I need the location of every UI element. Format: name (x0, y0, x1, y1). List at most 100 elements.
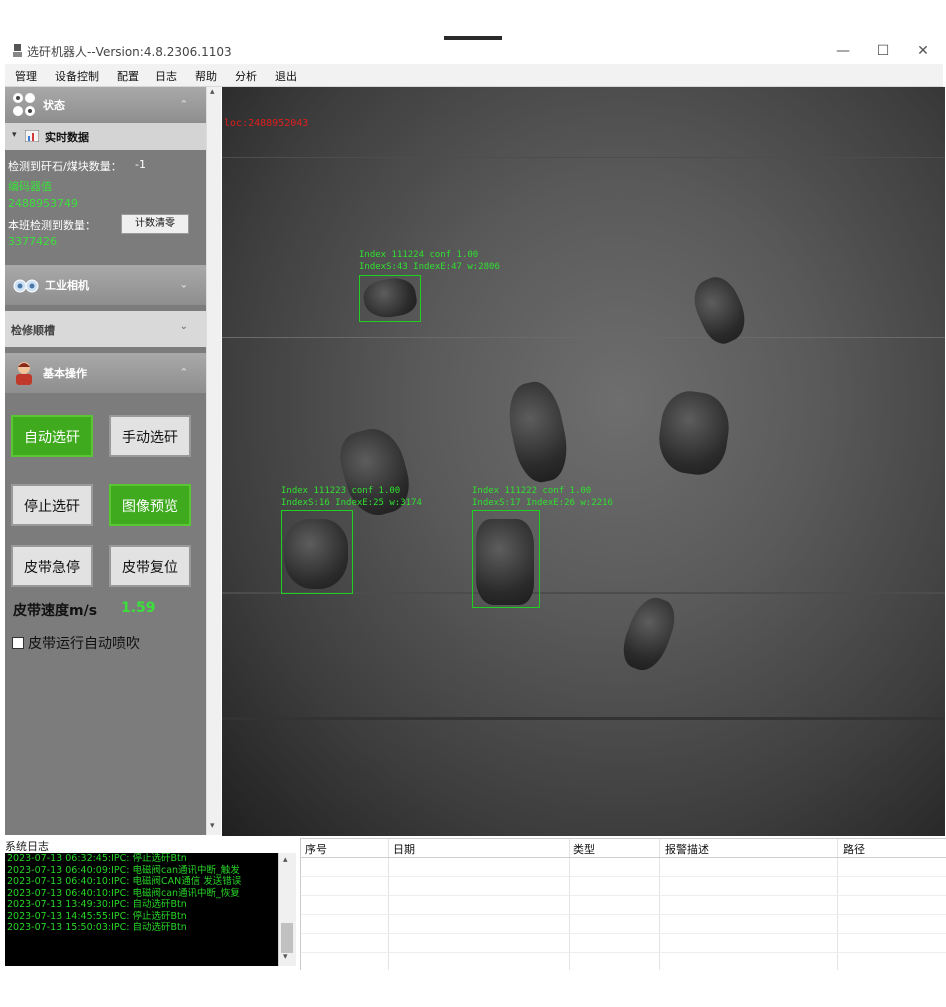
operator-icon (16, 362, 32, 385)
app-robot-icon (13, 44, 22, 57)
row-divider (301, 933, 946, 934)
encoder-value: 2488953749 (8, 197, 78, 210)
system-log: 2023-07-13 06:32:45:IPC: 停止选矸Btn 2023-07… (5, 853, 278, 966)
belt-line (222, 157, 945, 158)
window-title: 选矸机器人--Version:4.8.2306.1103 (27, 45, 232, 59)
col-header-path[interactable]: 路径 (843, 841, 865, 857)
detection-label: IndexS:43 IndexE:47 w:2806 (359, 262, 500, 272)
column-divider (659, 839, 660, 970)
stop-pick-button[interactable]: 停止选矸 (11, 484, 93, 526)
belt-line (222, 717, 945, 720)
shift-count-value: 3377426 (8, 235, 57, 248)
detection-label: IndexS:16 IndexE:25 w:3174 (281, 498, 422, 508)
camera-header-label: 工业相机 (45, 279, 89, 292)
row-divider (301, 914, 946, 915)
log-line: 2023-07-13 14:45:55:IPC: 停止选矸Btn (7, 910, 187, 922)
row-divider (301, 952, 946, 953)
scroll-thumb[interactable] (281, 923, 293, 953)
maximize-button[interactable]: ☐ (863, 40, 903, 62)
column-divider (388, 839, 389, 970)
location-readout: loc:2488952043 (224, 118, 309, 129)
detection-box (472, 510, 540, 608)
coal-stone (502, 377, 574, 487)
belt-reset-button[interactable]: 皮带复位 (109, 545, 191, 587)
menu-log[interactable]: 日志 (155, 68, 177, 84)
belt-line (222, 337, 945, 338)
auto-pick-button[interactable]: 自动选矸 (11, 415, 93, 457)
log-line: 2023-07-13 15:50:03:IPC: 自动选矸Btn (7, 922, 187, 933)
belt-speed-value: 1.59 (121, 600, 156, 616)
reset-count-button[interactable]: 计数清零 (121, 214, 189, 234)
sidebar-scrollbar[interactable]: ▴ ▾ (206, 87, 221, 835)
sidebar: 状态 ⌃ ▾ 实时数据 检测到矸石/煤块数量： -1 编码器值 24889537… (5, 87, 206, 835)
menu-analysis[interactable]: 分析 (235, 68, 257, 84)
menu-manage[interactable]: 管理 (15, 68, 37, 84)
log-line: 2023-07-13 13:49:30:IPC: 自动选矸Btn (7, 899, 187, 910)
collapse-chevron-icon: ⌃ (179, 99, 188, 111)
auto-blow-label: 皮带运行自动喷吹 (28, 636, 140, 652)
process-panel-header[interactable]: 检修顺槽 ⌄ (5, 311, 206, 347)
detection-box (359, 275, 421, 322)
row-divider (301, 876, 946, 877)
minimize-button[interactable]: — (823, 40, 863, 62)
log-scrollbar[interactable]: ▴ ▾ (278, 853, 296, 966)
column-divider (837, 839, 838, 970)
collapse-chevron-icon: ⌃ (179, 367, 188, 379)
menu-config[interactable]: 配置 (117, 68, 139, 84)
encoder-label: 编码器值 (8, 180, 52, 193)
col-header-type[interactable]: 类型 (573, 841, 595, 857)
log-line: 2023-07-13 06:32:45:IPC: 停止选矸Btn (7, 853, 187, 864)
system-log-title: 系统日志 (5, 840, 49, 853)
expand-chevron-icon: ⌄ (179, 321, 188, 332)
menu-help[interactable]: 帮助 (195, 68, 217, 84)
scroll-down-icon[interactable]: ▾ (210, 821, 215, 831)
expand-chevron-icon: ⌄ (179, 279, 188, 291)
menu-exit[interactable]: 退出 (275, 68, 297, 84)
chart-icon (25, 130, 39, 142)
alarm-table: 序号 日期 类型 报警描述 路径 (300, 838, 946, 970)
log-line: 2023-07-13 06:40:09:IPC: 电磁阀can通讯中断_触发 (7, 864, 240, 876)
log-line: 2023-07-13 06:40:10:IPC: 电磁阀CAN通信 发送错误 (7, 876, 242, 887)
realtime-data-header[interactable]: ▾ 实时数据 (5, 123, 206, 150)
shift-count-label: 本班检测到数量： (8, 219, 96, 232)
log-line: 2023-07-13 06:40:10:IPC: 电磁阀can通讯中断_恢复 (7, 887, 240, 899)
detection-label: IndexS:17 IndexE:26 w:2216 (472, 498, 613, 508)
status-icon (13, 93, 35, 116)
auto-blow-checkbox[interactable] (12, 637, 24, 649)
manual-pick-button[interactable]: 手动选矸 (109, 415, 191, 457)
header-divider (301, 857, 946, 858)
col-header-alarm-desc[interactable]: 报警描述 (665, 841, 709, 857)
status-panel-header[interactable]: 状态 ⌃ (5, 87, 206, 123)
camera-panel-header[interactable]: 工业相机 ⌄ (5, 265, 206, 305)
detect-count-value: -1 (135, 158, 146, 171)
camera-icon (13, 279, 39, 293)
scroll-up-icon[interactable]: ▴ (210, 87, 215, 97)
menu-device-control[interactable]: 设备控制 (55, 68, 99, 84)
detection-label: Index 111224 conf 1.00 (359, 250, 479, 260)
basic-ops-header-label: 基本操作 (43, 367, 87, 380)
detection-label: Index 111222 conf 1.00 (472, 486, 592, 496)
expand-arrow-icon: ▾ (12, 130, 17, 140)
coal-stone (654, 387, 734, 479)
scroll-down-icon[interactable]: ▾ (283, 952, 288, 962)
column-divider (569, 839, 570, 970)
camera-preview: loc:2488952043 Index 111224 conf 1.00 In… (222, 87, 945, 836)
process-header-label: 检修顺槽 (11, 324, 55, 337)
title-bar: 选矸机器人--Version:4.8.2306.1103 — ☐ ✕ (5, 40, 943, 64)
close-button[interactable]: ✕ (903, 40, 943, 62)
realtime-header-label: 实时数据 (45, 131, 89, 144)
detect-count-label: 检测到矸石/煤块数量： (8, 160, 122, 173)
belt-estop-button[interactable]: 皮带急停 (11, 545, 93, 587)
scroll-up-icon[interactable]: ▴ (283, 855, 288, 865)
status-header-label: 状态 (43, 99, 65, 112)
belt-speed-label: 皮带速度m/s (13, 603, 98, 619)
detection-box (281, 510, 353, 594)
menu-bar: 管理 设备控制 配置 日志 帮助 分析 退出 (5, 64, 943, 87)
detection-label: Index 111223 conf 1.00 (281, 486, 401, 496)
row-divider (301, 895, 946, 896)
coal-stone (616, 592, 682, 676)
basic-ops-panel-header[interactable]: 基本操作 ⌃ (5, 353, 206, 393)
image-preview-button[interactable]: 图像预览 (109, 484, 191, 526)
col-header-date[interactable]: 日期 (393, 841, 415, 857)
col-header-index[interactable]: 序号 (305, 841, 327, 857)
